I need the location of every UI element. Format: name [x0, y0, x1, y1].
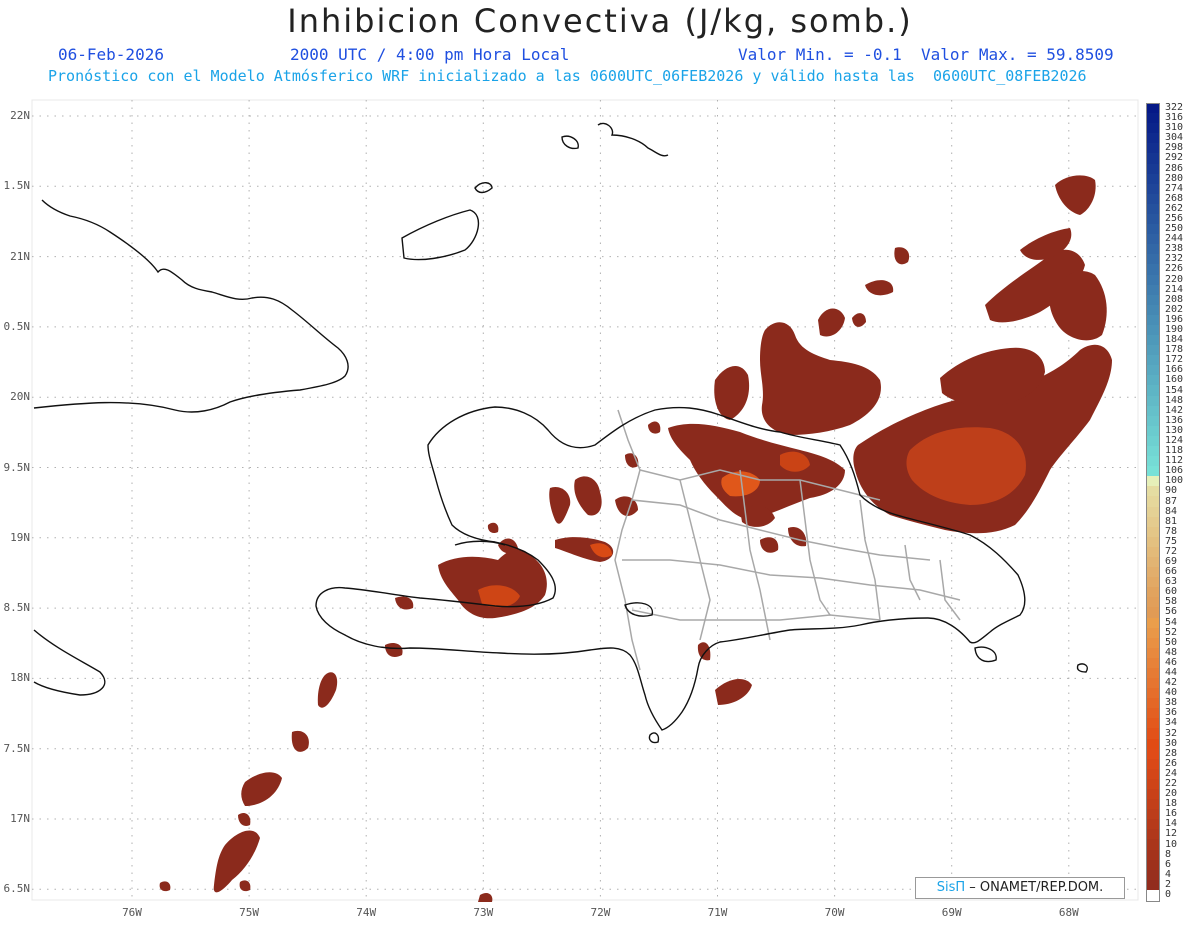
lat-label: 17N: [10, 812, 30, 825]
lon-label: 73W: [473, 906, 494, 919]
lat-label: 7.5N: [3, 741, 31, 755]
lat-label: 18N: [10, 671, 30, 685]
lat-label: 9.5N: [3, 460, 31, 474]
lon-label: 68W: [1058, 906, 1079, 919]
lat-label: 22N: [10, 109, 30, 122]
lon-label: 69W: [941, 906, 962, 919]
lon-label: 76W: [122, 906, 142, 919]
lon-label: 72W: [590, 906, 611, 919]
lat-label: 6.5N: [3, 882, 31, 896]
lat-label: 1.5N: [3, 179, 31, 193]
credit-box: SisΠ – ONAMET/REP.DOM.: [915, 877, 1125, 899]
sispi-logo: SisΠ: [936, 880, 966, 895]
lon-label: 70W: [824, 906, 845, 919]
colorbar-label: 0: [1165, 888, 1172, 900]
lat-label: 20N: [10, 390, 30, 404]
lat-label: 19N: [10, 530, 30, 544]
lat-label: 0.5N: [3, 319, 31, 333]
cin-map: [31, 99, 1139, 902]
lon-label: 75W: [239, 906, 260, 919]
lat-label: 8.5N: [3, 601, 31, 615]
credit-text: – ONAMET/REP.DOM.: [969, 880, 1104, 895]
colorbar-frame: [1146, 103, 1160, 902]
lon-label: 71W: [707, 906, 728, 919]
lat-label: 21N: [10, 249, 30, 263]
lon-label: 74W: [356, 906, 377, 919]
